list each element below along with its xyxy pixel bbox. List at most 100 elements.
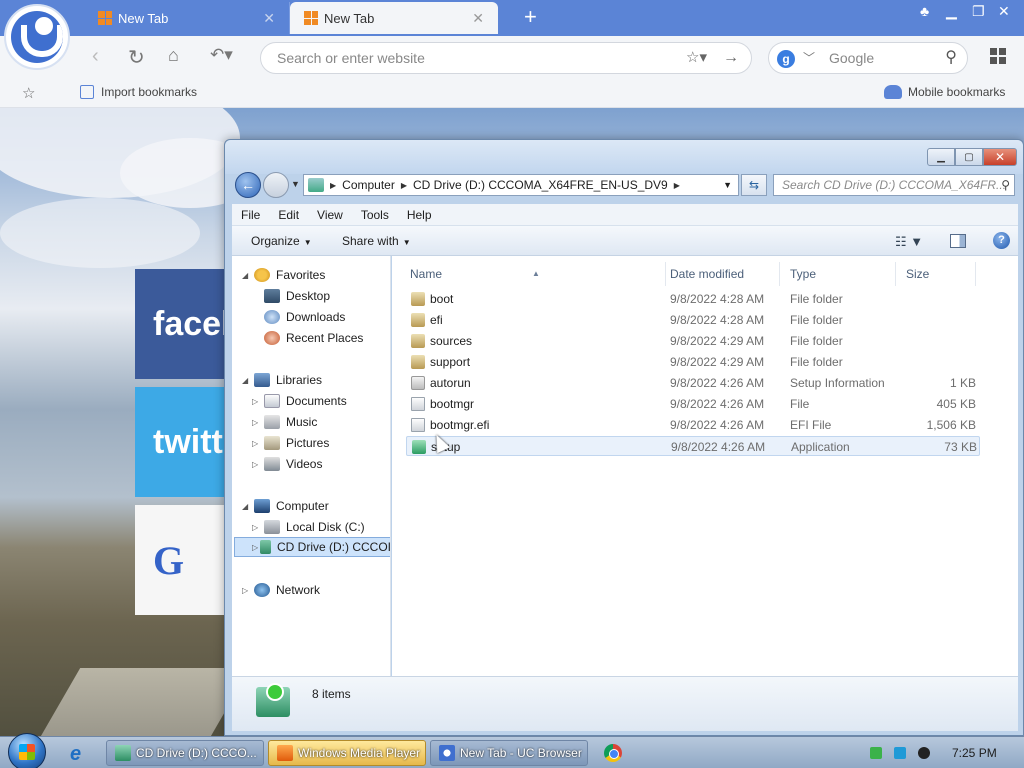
minimize-icon[interactable]: ▁ (946, 3, 957, 20)
organize-button[interactable]: Organize ▼ (251, 234, 312, 248)
minimize-button[interactable]: ▁ (927, 148, 955, 166)
explorer-address-bar[interactable]: ▶ Computer ▶ CD Drive (D:) CCCOMA_X64FRE… (303, 174, 739, 196)
taskbar-item-uc-browser[interactable]: New Tab - UC Browser (430, 740, 588, 766)
go-arrow-icon[interactable]: → (723, 43, 739, 73)
column-header-type[interactable]: Type (780, 262, 896, 286)
file-row[interactable]: bootmgr 9/8/2022 4:26 AM File 405 KB (406, 394, 980, 414)
tray-volume-icon[interactable] (918, 747, 930, 759)
apps-grid-icon[interactable] (990, 48, 1006, 64)
maximize-button[interactable]: ▢ (955, 148, 983, 166)
file-row[interactable]: support 9/8/2022 4:29 AM File folder (406, 352, 980, 372)
new-tab-plus-icon[interactable]: + (524, 4, 537, 30)
search-engine-box[interactable]: g ﹀ Google ⚲ (768, 42, 968, 74)
nav-cd-drive[interactable]: ▷ CD Drive (D:) CCCOI (234, 537, 390, 557)
taskbar-item-explorer[interactable]: CD Drive (D:) CCCO... (106, 740, 264, 766)
share-with-button[interactable]: Share with ▼ (342, 234, 411, 248)
explorer-search-input[interactable]: Search CD Drive (D:) CCCOMA_X64FR... ⚲ (773, 174, 1015, 196)
file-row[interactable]: efi 9/8/2022 4:28 AM File folder (406, 310, 980, 330)
breadcrumb-arrow-icon[interactable]: ▶ (330, 181, 336, 190)
tray-network-icon[interactable] (870, 747, 882, 759)
mobile-bookmarks-link[interactable]: Mobile bookmarks (884, 85, 1005, 99)
file-row[interactable]: sources 9/8/2022 4:29 AM File folder (406, 331, 980, 351)
preview-pane-icon[interactable] (950, 234, 966, 248)
nav-recent-places[interactable]: Recent Places (252, 328, 363, 348)
expand-arrow-icon[interactable]: ▷ (252, 523, 264, 532)
gmail-tile[interactable]: G (135, 505, 225, 615)
expand-arrow-icon[interactable]: ▷ (242, 586, 254, 595)
file-row[interactable]: boot 9/8/2022 4:28 AM File folder (406, 289, 980, 309)
expand-arrow-icon[interactable]: ▷ (252, 418, 264, 427)
internet-explorer-icon[interactable]: e (70, 743, 81, 766)
nav-desktop[interactable]: Desktop (252, 286, 330, 306)
address-dropdown-icon[interactable]: ▼ (723, 180, 732, 190)
back-button[interactable]: ← (235, 172, 261, 198)
expand-arrow-icon[interactable]: ▷ (252, 439, 264, 448)
close-tab-icon[interactable]: ✕ (263, 10, 275, 27)
forward-button[interactable] (263, 172, 289, 198)
twitter-tile[interactable]: twitt (135, 387, 225, 497)
nav-downloads[interactable]: Downloads (252, 307, 345, 327)
uc-browser-logo-icon[interactable] (4, 4, 70, 70)
breadcrumb-arrow-icon[interactable]: ▶ (401, 181, 407, 190)
tray-display-icon[interactable] (894, 747, 906, 759)
expand-arrow-icon[interactable]: ▷ (252, 460, 264, 469)
collapse-arrow-icon[interactable]: ◢ (242, 376, 254, 385)
menu-edit[interactable]: Edit (269, 208, 308, 222)
breadcrumb-computer[interactable]: Computer (342, 178, 395, 192)
menu-tools[interactable]: Tools (352, 208, 398, 222)
help-icon[interactable]: ? (993, 232, 1010, 249)
close-tab-icon[interactable]: ✕ (472, 10, 484, 27)
menu-view[interactable]: View (308, 208, 352, 222)
reload-icon[interactable]: ↻ (128, 45, 145, 70)
refresh-button[interactable]: ⇆ (741, 174, 767, 196)
change-view-icon[interactable]: ☷ ▼ (895, 234, 923, 250)
nav-favorites[interactable]: ◢ Favorites (242, 265, 325, 285)
search-engine-icon[interactable]: g (777, 50, 795, 68)
tab-new-tab-2[interactable]: New Tab ✕ (290, 2, 498, 34)
close-window-icon[interactable]: ✕ (998, 3, 1010, 20)
breadcrumb-arrow-icon[interactable]: ▶ (674, 181, 680, 190)
start-button[interactable] (8, 733, 46, 768)
file-row[interactable]: bootmgr.efi 9/8/2022 4:26 AM EFI File 1,… (406, 415, 980, 435)
expand-arrow-icon[interactable]: ▷ (252, 397, 264, 406)
nav-computer[interactable]: ◢ Computer (242, 496, 329, 516)
address-bar[interactable]: Search or enter website ☆▾ → (260, 42, 752, 74)
expand-arrow-icon[interactable]: ▷ (252, 543, 260, 552)
bookmark-star-icon[interactable]: ☆▾ (686, 43, 707, 73)
recent-pages-chevron-icon[interactable]: ▼ (291, 179, 300, 189)
tab-new-tab-1[interactable]: New Tab ✕ (84, 2, 290, 34)
close-button[interactable]: ✕ (983, 148, 1017, 166)
nav-libraries[interactable]: ◢ Libraries (242, 370, 322, 390)
chevron-down-icon[interactable]: ﹀ (803, 49, 815, 66)
nav-pictures[interactable]: ▷ Pictures (252, 433, 329, 453)
search-icon[interactable]: ⚲ (1001, 175, 1010, 195)
explorer-titlebar[interactable]: ▁ ▢ ✕ (225, 140, 1023, 174)
explorer-window[interactable]: ▁ ▢ ✕ ← ▼ ▶ Computer ▶ CD Drive (D:) CCC… (224, 139, 1024, 736)
facebook-tile[interactable]: facel (135, 269, 225, 379)
collapse-arrow-icon[interactable]: ◢ (242, 502, 254, 511)
import-bookmarks-link[interactable]: Import bookmarks (80, 85, 197, 99)
nav-local-disk[interactable]: ▷ Local Disk (C:) (252, 517, 365, 537)
breadcrumb-cd-drive[interactable]: CD Drive (D:) CCCOMA_X64FRE_EN-US_DV9 (413, 178, 668, 192)
skin-icon[interactable]: ♣ (920, 3, 929, 19)
nav-documents[interactable]: ▷ Documents (252, 391, 347, 411)
column-header-size[interactable]: Size (896, 262, 976, 286)
file-row[interactable]: setup 9/8/2022 4:26 AM Application 73 KB (406, 436, 980, 456)
collapse-arrow-icon[interactable]: ◢ (242, 271, 254, 280)
nav-network[interactable]: ▷ Network (242, 580, 320, 600)
undo-icon[interactable]: ↶▾ (210, 45, 233, 65)
chrome-icon[interactable] (604, 744, 622, 762)
column-header-name[interactable]: Name ▲ (400, 262, 666, 286)
menu-help[interactable]: Help (398, 208, 441, 222)
back-icon[interactable]: ‹ (92, 45, 99, 68)
column-header-date[interactable]: Date modified (660, 262, 780, 286)
nav-music[interactable]: ▷ Music (252, 412, 317, 432)
restore-icon[interactable]: ❐ (972, 3, 985, 20)
nav-videos[interactable]: ▷ Videos (252, 454, 322, 474)
home-icon[interactable]: ⌂ (168, 45, 179, 66)
favorites-star-icon[interactable]: ☆ (22, 84, 35, 102)
file-row[interactable]: autorun 9/8/2022 4:26 AM Setup Informati… (406, 373, 980, 393)
clock[interactable]: 7:25 PM (952, 746, 997, 760)
menu-file[interactable]: File (232, 208, 269, 222)
search-icon[interactable]: ⚲ (945, 47, 957, 67)
